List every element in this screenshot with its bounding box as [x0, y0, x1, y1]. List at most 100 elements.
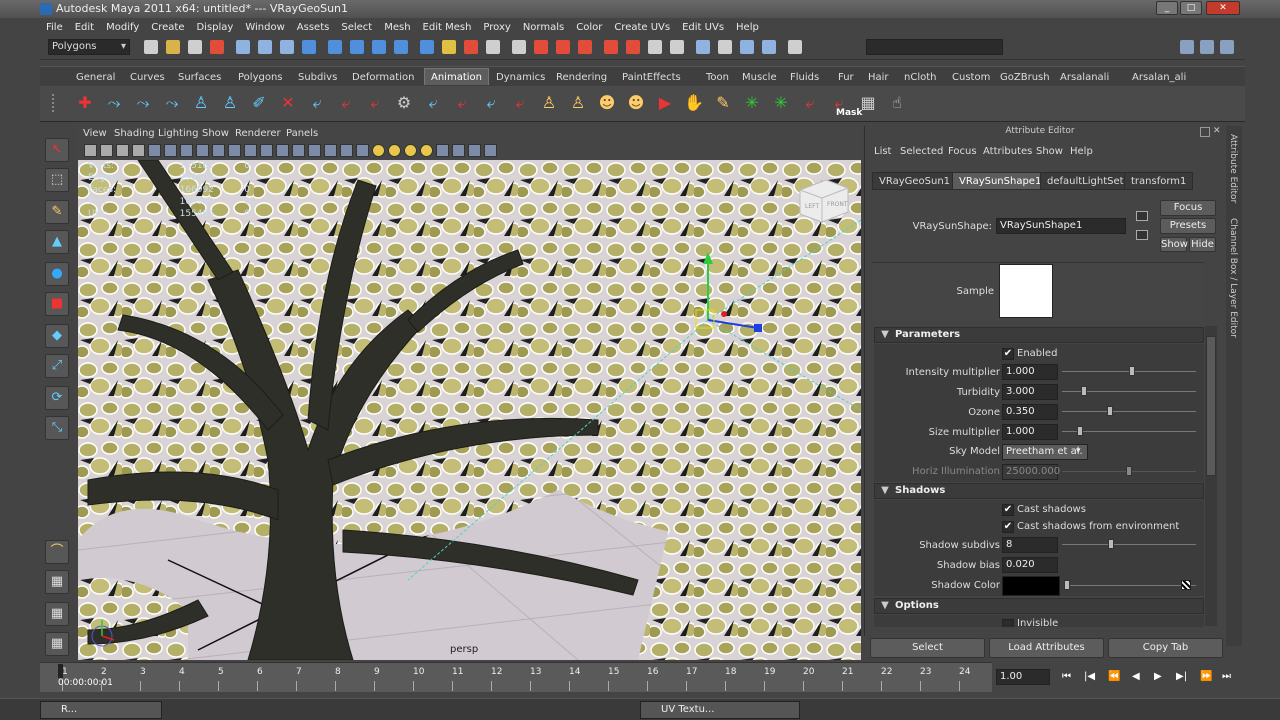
viewport-tool-icon[interactable] [148, 144, 161, 157]
show-button[interactable]: Show [1160, 237, 1188, 252]
tool-button-icon[interactable]: ▦ [45, 570, 69, 594]
status-tool-icon[interactable] [604, 40, 618, 54]
close-icon[interactable]: ✕ [1206, 1, 1240, 15]
viewport-tool-icon[interactable] [212, 144, 225, 157]
status-tool-icon[interactable] [788, 40, 802, 54]
shelf-tool-icon[interactable]: ☻ [625, 92, 647, 114]
shelf-tool-icon[interactable]: ⤳ [103, 92, 125, 114]
menu-create[interactable]: Create [145, 22, 190, 33]
shelf-tab-hair[interactable]: Hair [862, 69, 895, 86]
menu-edit-mesh[interactable]: Edit Mesh [417, 22, 478, 33]
shelf-tab-fur[interactable]: Fur [832, 69, 860, 86]
shelf-tab-ncloth[interactable]: nCloth [898, 69, 942, 86]
ae-menu-selected[interactable]: Selected [900, 146, 943, 157]
shelf-tool-icon[interactable]: ⤶ [480, 92, 502, 114]
viewport-tool-icon[interactable] [116, 144, 129, 157]
cast-shadows-env-checkbox[interactable]: ✔ [1002, 521, 1014, 533]
tool-button-icon[interactable]: ⬚ [45, 168, 69, 192]
menuset-dropdown[interactable]: Polygons [48, 39, 130, 55]
toggle-panel-icon[interactable] [1180, 40, 1194, 54]
viewport-tool-icon[interactable] [132, 144, 145, 157]
viewport-tool-icon[interactable] [452, 144, 465, 157]
status-tool-icon[interactable] [534, 40, 548, 54]
node-name-field[interactable]: VRaySunShape1 [996, 218, 1126, 234]
status-tool-icon[interactable] [372, 40, 386, 54]
status-tool-icon[interactable] [670, 40, 684, 54]
viewport-tool-icon[interactable] [164, 144, 177, 157]
menu-edit[interactable]: Edit [69, 22, 100, 33]
play-backward-icon[interactable]: ◀ [1132, 671, 1140, 682]
viewport-menu-lighting[interactable]: Lighting [158, 128, 198, 139]
status-tool-icon[interactable] [166, 40, 180, 54]
shadow-subdivs-knob[interactable] [1108, 539, 1114, 549]
shelf-tool-icon[interactable]: ⤶ [422, 92, 444, 114]
maximize-icon[interactable]: □ [1180, 1, 1202, 15]
viewport-tool-icon[interactable] [484, 144, 497, 157]
shelf-tool-icon[interactable]: ⤶ [335, 92, 357, 114]
shadow-color-slider[interactable] [1064, 585, 1196, 586]
shadow-bias-field[interactable]: 0.020 [1002, 557, 1058, 573]
tool-button-icon[interactable]: ↖ [45, 138, 69, 162]
shelf-tool-icon[interactable]: ☝ [886, 92, 908, 114]
shelf-tool-icon[interactable]: ▶ [654, 92, 676, 114]
param-slider-knob[interactable] [1081, 386, 1088, 396]
step-back-key-icon[interactable]: |◀ [1084, 671, 1095, 682]
menu-normals[interactable]: Normals [517, 22, 570, 33]
scrollbar-thumb[interactable] [1206, 336, 1216, 476]
shelf-tool-icon[interactable]: ⤶ [306, 92, 328, 114]
ae-select-button[interactable]: Select [870, 638, 985, 658]
shelf-tool-icon[interactable]: ⚙ [393, 92, 415, 114]
tool-button-icon[interactable]: ■ [45, 292, 69, 316]
menu-file[interactable]: File [40, 22, 69, 33]
menu-proxy[interactable]: Proxy [477, 22, 516, 33]
ae-load-attributes-button[interactable]: Load Attributes [989, 638, 1104, 658]
time-cursor[interactable] [58, 664, 63, 678]
step-back-frame-icon[interactable]: ⏪ [1108, 671, 1120, 682]
viewport-tool-icon[interactable] [196, 144, 209, 157]
shadows-section-header[interactable]: ▼ Shadows [874, 483, 1204, 499]
viewport-tool-icon[interactable] [100, 144, 113, 157]
go-to-end-icon[interactable]: ⏭ [1222, 671, 1231, 682]
status-tool-icon[interactable] [762, 40, 776, 54]
status-tool-icon[interactable] [210, 40, 224, 54]
shelf-tab-rendering[interactable]: Rendering [550, 69, 613, 86]
menu-help[interactable]: Help [730, 22, 765, 33]
tool-button-icon[interactable]: ● [45, 262, 69, 286]
viewport-tool-icon[interactable] [356, 144, 369, 157]
shelf-tab-polygons[interactable]: Polygons [232, 69, 289, 86]
toggle-panel-icon[interactable] [1200, 40, 1214, 54]
param-field[interactable]: 1.000 [1002, 424, 1058, 440]
menu-color[interactable]: Color [570, 22, 608, 33]
sample-swatch[interactable] [999, 264, 1053, 318]
tool-button-icon[interactable]: ⌒ [45, 540, 69, 564]
shelf-tool-icon[interactable]: ✐ [248, 92, 270, 114]
attribute-editor-side-tab[interactable]: Attribute Editor [1228, 134, 1238, 203]
status-tool-icon[interactable] [648, 40, 662, 54]
tool-button-icon[interactable]: ◆ [45, 324, 69, 348]
current-frame-field[interactable]: 1.00 [996, 669, 1050, 685]
status-tool-icon[interactable] [236, 40, 250, 54]
param-field[interactable]: 3.000 [1002, 384, 1058, 400]
menu-window[interactable]: Window [239, 22, 290, 33]
viewport-tool-icon[interactable] [180, 144, 193, 157]
viewport-tool-icon[interactable] [372, 144, 385, 157]
toggle-panel-icon[interactable] [1220, 40, 1234, 54]
taskbar-item-uv-editor[interactable]: UV Textu... [640, 701, 800, 719]
step-forward-frame-icon[interactable]: ⏩ [1200, 671, 1212, 682]
ae-copy-tab-button[interactable]: Copy Tab [1108, 638, 1223, 658]
close-panel-icon[interactable]: ✕ [1213, 127, 1223, 137]
enabled-checkbox[interactable]: ✔ [1002, 348, 1014, 360]
focus-arrow-icon[interactable] [1136, 211, 1148, 221]
viewport-tool-icon[interactable] [244, 144, 257, 157]
shelf-tab-painteffects[interactable]: PaintEffects [616, 69, 687, 86]
shelf-tab-subdivs[interactable]: Subdivs [292, 69, 343, 86]
viewport-tool-icon[interactable] [276, 144, 289, 157]
status-tool-icon[interactable] [280, 40, 294, 54]
go-to-start-icon[interactable]: ⏮ [1062, 671, 1071, 682]
viewport-tool-icon[interactable] [388, 144, 401, 157]
viewport-menu-shading[interactable]: Shading [114, 128, 155, 139]
shelf-tab-dynamics[interactable]: Dynamics [490, 69, 551, 86]
status-tool-icon[interactable] [328, 40, 342, 54]
menu-display[interactable]: Display [190, 22, 239, 33]
status-tool-icon[interactable] [740, 40, 754, 54]
